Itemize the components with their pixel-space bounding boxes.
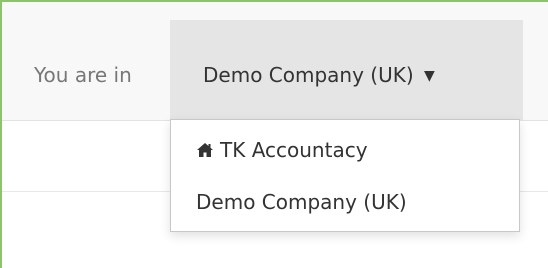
caret-down-icon: ▼ (424, 68, 435, 84)
menu-item-tk-accountacy[interactable]: TK Accountacy (196, 138, 368, 162)
menu-item-label: Demo Company (UK) (196, 190, 407, 214)
menu-item-demo-company[interactable]: Demo Company (UK) (196, 190, 407, 214)
page-frame: You are in Demo Company (UK) ▼ TK Accoun… (0, 0, 548, 268)
home-icon (197, 143, 213, 157)
top-bar: You are in Demo Company (UK) ▼ (2, 2, 548, 121)
current-company-label: Demo Company (UK) (203, 63, 414, 87)
company-switcher-toggle[interactable]: Demo Company (UK) ▼ (170, 20, 523, 120)
menu-item-label: TK Accountacy (220, 138, 368, 162)
company-dropdown-menu: TK Accountacy Demo Company (UK) (170, 119, 520, 232)
context-label: You are in (34, 63, 132, 87)
